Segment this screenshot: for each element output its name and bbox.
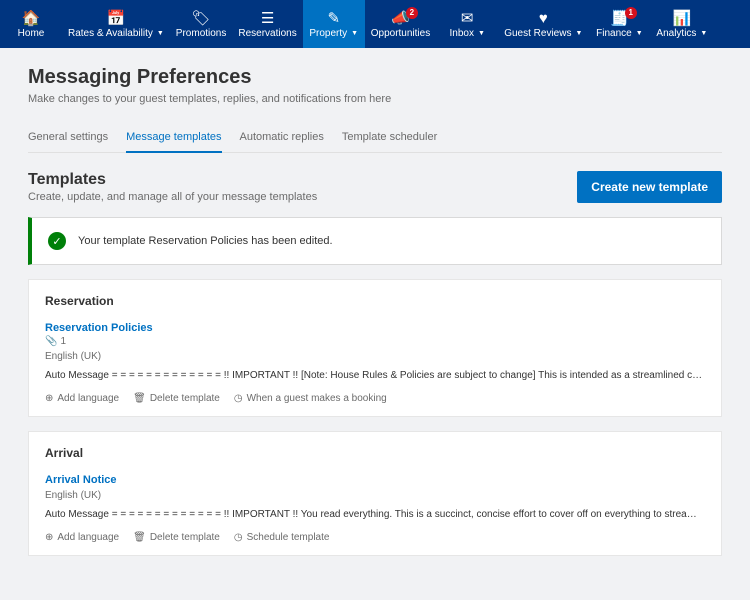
page-subtitle: Make changes to your guest templates, re… [28,93,722,105]
tabs: General settings Message templates Automat… [28,127,722,153]
schedule-template-button[interactable]: ◷Schedule template [234,532,330,543]
nav-rates-availability[interactable]: 📅 Rates & Availability ▼ [62,0,170,48]
nav-promotions[interactable]: 🏷 Promotions [170,0,233,48]
alert-text: Your template Reservation Policies has b… [78,235,333,247]
nav-guest-reviews[interactable]: ♥ Guest Reviews ▼ [498,0,588,48]
add-language-button[interactable]: ⊕Add language [45,532,119,543]
plus-icon: ⊕ [45,532,53,543]
template-title[interactable]: Arrival Notice [45,474,705,486]
nav-icon: 🏷 [192,11,211,26]
nav-label: Inbox [450,28,474,39]
nav-icon: ♥ [539,11,548,26]
nav-icon: 📊 [673,11,692,26]
nav-icon: ☰ [261,11,274,26]
template-language: English (UK) [45,351,705,362]
clock-icon: ◷ [234,393,243,404]
nav-icon: ✎ [327,11,340,26]
plus-icon: ⊕ [45,393,53,404]
trash-icon: 🗑 [133,393,146,404]
nav-reservations[interactable]: ☰ Reservations [232,0,302,48]
clock-icon: ◷ [234,532,243,543]
chevron-down-icon: ▼ [157,30,164,37]
badge: 2 [406,7,418,19]
attachment-count: 📎1 [45,336,705,347]
create-template-button[interactable]: Create new template [577,171,722,203]
nav-label: Reservations [238,28,296,39]
chevron-down-icon: ▼ [478,30,485,37]
nav-label: Finance [596,28,632,39]
delete-template-button[interactable]: 🗑Delete template [133,532,220,543]
add-language-button[interactable]: ⊕Add language [45,393,119,404]
check-icon: ✓ [48,232,66,250]
templates-header: Templates Create, update, and manage all… [28,171,722,203]
chevron-down-icon: ▼ [636,30,643,37]
nav-opportunities[interactable]: 📣2 Opportunities [365,0,436,48]
nav-label: Guest Reviews [504,28,571,39]
page-body: Messaging Preferences Make changes to yo… [0,48,750,588]
template-group: Reservation Reservation Policies 📎1 English… [28,279,722,417]
nav-icon: 🏠 [22,11,41,26]
nav-icon: 🧾1 [610,11,629,26]
tab-automatic-replies[interactable]: Automatic replies [240,127,324,152]
chevron-down-icon: ▼ [351,30,358,37]
nav-inbox[interactable]: ✉ Inbox ▼ [436,0,498,48]
template-actions: ⊕Add language 🗑Delete template ◷Schedule t… [45,532,705,543]
templates-desc: Create, update, and manage all of your m… [28,191,317,203]
tab-template-scheduler[interactable]: Template scheduler [342,127,437,152]
page-title: Messaging Preferences [28,66,722,89]
group-heading: Arrival [45,446,705,460]
attachment-icon: 📎 [45,336,57,347]
template-group: Arrival Arrival Notice English (UK) Auto Me… [28,431,722,556]
nav-icon: 📣2 [391,11,410,26]
nav-label: Analytics [656,28,696,39]
tab-general-settings[interactable]: General settings [28,127,108,152]
nav-property[interactable]: ✎ Property ▼ [303,0,365,48]
template-preview: Auto Message = = = = = = = = = = = = = !… [45,370,705,381]
success-alert: ✓ Your template Reservation Policies has… [28,217,722,265]
template-language: English (UK) [45,490,705,501]
delete-template-button[interactable]: 🗑Delete template [133,393,220,404]
chevron-down-icon: ▼ [575,30,582,37]
nav-label: Opportunities [371,28,430,39]
template-title[interactable]: Reservation Policies [45,322,705,334]
chevron-down-icon: ▼ [700,30,707,37]
nav-finance[interactable]: 🧾1 Finance ▼ [588,0,650,48]
nav-label: Rates & Availability [68,28,153,39]
nav-home[interactable]: 🏠 Home [0,0,62,48]
nav-label: Property [309,28,347,39]
trash-icon: 🗑 [133,532,146,543]
nav-label: Home [18,28,45,39]
nav-label: Promotions [176,28,227,39]
badge: 1 [625,7,637,19]
templates-heading: Templates [28,171,317,189]
template-actions: ⊕Add language 🗑Delete template ◷When a gue… [45,393,705,404]
tab-message-templates[interactable]: Message templates [126,127,221,153]
group-heading: Reservation [45,294,705,308]
schedule-template-button[interactable]: ◷When a guest makes a booking [234,393,387,404]
template-preview: Auto Message = = = = = = = = = = = = = !… [45,509,705,520]
nav-icon: ✉ [461,11,474,26]
nav-analytics[interactable]: 📊 Analytics ▼ [650,0,713,48]
top-nav: 🏠 Home 📅 Rates & Availability ▼ 🏷 Promotions ☰ R… [0,0,750,48]
nav-icon: 📅 [107,11,126,26]
